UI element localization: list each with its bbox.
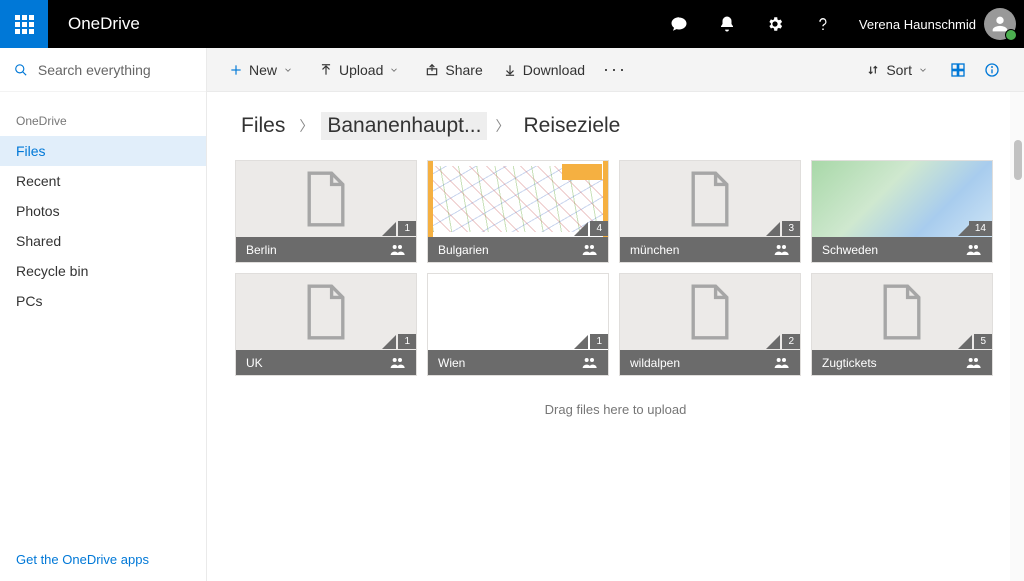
scrollbar-thumb[interactable] bbox=[1014, 140, 1022, 180]
chat-icon bbox=[670, 15, 688, 33]
folder-grid: 1 Berlin 4 Bulgarien 3 münchen 14 Schweden 1 UK 1 W… bbox=[235, 160, 996, 376]
nav-section-title: OneDrive bbox=[0, 114, 206, 136]
shared-icon bbox=[774, 356, 790, 371]
view-toggle-button[interactable] bbox=[944, 48, 978, 92]
breadcrumb-root[interactable]: Files bbox=[235, 112, 291, 140]
grid-view-icon bbox=[950, 62, 966, 78]
search-icon bbox=[14, 62, 28, 78]
sort-icon bbox=[866, 63, 880, 77]
item-count-badge: 1 bbox=[398, 334, 416, 349]
item-count-badge: 14 bbox=[969, 221, 992, 236]
shared-icon bbox=[966, 356, 982, 371]
app-launcher-button[interactable] bbox=[0, 0, 48, 48]
folder-name: UK bbox=[246, 356, 263, 370]
breadcrumb-separator: 〉 bbox=[487, 116, 517, 136]
breadcrumb: Files 〉 Bananenhaupt... 〉 Reiseziele bbox=[235, 112, 996, 140]
chevron-down-icon bbox=[283, 65, 293, 75]
folder-tile[interactable]: 1 Berlin bbox=[235, 160, 417, 263]
sort-button[interactable]: Sort bbox=[856, 48, 944, 92]
shared-icon bbox=[390, 243, 406, 258]
shared-icon bbox=[966, 243, 982, 258]
shared-icon bbox=[390, 356, 406, 371]
folder-name: wildalpen bbox=[630, 356, 680, 370]
item-count-badge: 5 bbox=[974, 334, 992, 349]
user-name[interactable]: Verena Haunschmid bbox=[847, 17, 984, 32]
get-apps-link[interactable]: Get the OneDrive apps bbox=[0, 538, 206, 581]
presence-badge bbox=[1005, 29, 1017, 41]
main-panel: New Upload Share Download ··· Sort bbox=[207, 48, 1024, 581]
share-icon bbox=[425, 63, 439, 77]
waffle-icon bbox=[15, 15, 34, 34]
chevron-down-icon bbox=[389, 65, 399, 75]
folder-name: Zugtickets bbox=[822, 356, 877, 370]
more-button[interactable]: ··· bbox=[595, 59, 635, 80]
bell-icon bbox=[718, 15, 736, 33]
new-button[interactable]: New bbox=[219, 48, 309, 92]
folder-tile[interactable]: 5 Zugtickets bbox=[811, 273, 993, 376]
breadcrumb-separator: 〉 bbox=[291, 116, 321, 136]
search-input[interactable] bbox=[38, 62, 192, 78]
avatar[interactable] bbox=[984, 8, 1016, 40]
sort-label: Sort bbox=[886, 62, 912, 78]
drop-hint: Drag files here to upload bbox=[235, 376, 996, 443]
folder-tile[interactable]: 3 münchen bbox=[619, 160, 801, 263]
folder-tile[interactable]: 4 Bulgarien bbox=[427, 160, 609, 263]
download-label: Download bbox=[523, 62, 585, 78]
breadcrumb-parent[interactable]: Bananenhaupt... bbox=[321, 112, 487, 140]
item-count-badge: 1 bbox=[590, 334, 608, 349]
command-bar: New Upload Share Download ··· Sort bbox=[207, 48, 1024, 92]
item-count-badge: 2 bbox=[782, 334, 800, 349]
upload-icon bbox=[319, 63, 333, 77]
content-area: Files 〉 Bananenhaupt... 〉 Reiseziele 1 Be… bbox=[207, 92, 1024, 581]
sidebar-item-recent[interactable]: Recent bbox=[0, 166, 206, 196]
folder-name: Schweden bbox=[822, 243, 878, 257]
gear-icon bbox=[766, 15, 784, 33]
shared-icon bbox=[774, 243, 790, 258]
item-count-badge: 1 bbox=[398, 221, 416, 236]
download-icon bbox=[503, 63, 517, 77]
shared-icon bbox=[582, 243, 598, 258]
app-title: OneDrive bbox=[48, 14, 140, 34]
search-box[interactable] bbox=[0, 48, 206, 92]
folder-name: Berlin bbox=[246, 243, 277, 257]
share-button[interactable]: Share bbox=[415, 48, 492, 92]
item-count-badge: 4 bbox=[590, 221, 608, 236]
sidebar-item-pcs[interactable]: PCs bbox=[0, 286, 206, 316]
share-label: Share bbox=[445, 62, 482, 78]
details-pane-button[interactable] bbox=[978, 48, 1012, 92]
top-header: OneDrive Verena Haunschmid bbox=[0, 0, 1024, 48]
sidebar: OneDrive FilesRecentPhotosSharedRecycle … bbox=[0, 48, 207, 581]
chevron-down-icon bbox=[918, 65, 928, 75]
notifications-button[interactable] bbox=[703, 0, 751, 48]
folder-tile[interactable]: 14 Schweden bbox=[811, 160, 993, 263]
folder-name: Bulgarien bbox=[438, 243, 489, 257]
sidebar-item-photos[interactable]: Photos bbox=[0, 196, 206, 226]
upload-button[interactable]: Upload bbox=[309, 48, 415, 92]
folder-name: Wien bbox=[438, 356, 465, 370]
folder-tile[interactable]: 1 Wien bbox=[427, 273, 609, 376]
sidebar-item-recycle-bin[interactable]: Recycle bin bbox=[0, 256, 206, 286]
question-icon bbox=[814, 15, 832, 33]
help-button[interactable] bbox=[799, 0, 847, 48]
download-button[interactable]: Download bbox=[493, 48, 595, 92]
folder-name: münchen bbox=[630, 243, 679, 257]
settings-button[interactable] bbox=[751, 0, 799, 48]
folder-tile[interactable]: 2 wildalpen bbox=[619, 273, 801, 376]
sidebar-item-files[interactable]: Files bbox=[0, 136, 206, 166]
plus-icon bbox=[229, 63, 243, 77]
chat-button[interactable] bbox=[655, 0, 703, 48]
shared-icon bbox=[582, 356, 598, 371]
folder-tile[interactable]: 1 UK bbox=[235, 273, 417, 376]
new-label: New bbox=[249, 62, 277, 78]
breadcrumb-current: Reiseziele bbox=[517, 112, 626, 140]
item-count-badge: 3 bbox=[782, 221, 800, 236]
info-icon bbox=[984, 62, 1000, 78]
upload-label: Upload bbox=[339, 62, 383, 78]
sidebar-item-shared[interactable]: Shared bbox=[0, 226, 206, 256]
